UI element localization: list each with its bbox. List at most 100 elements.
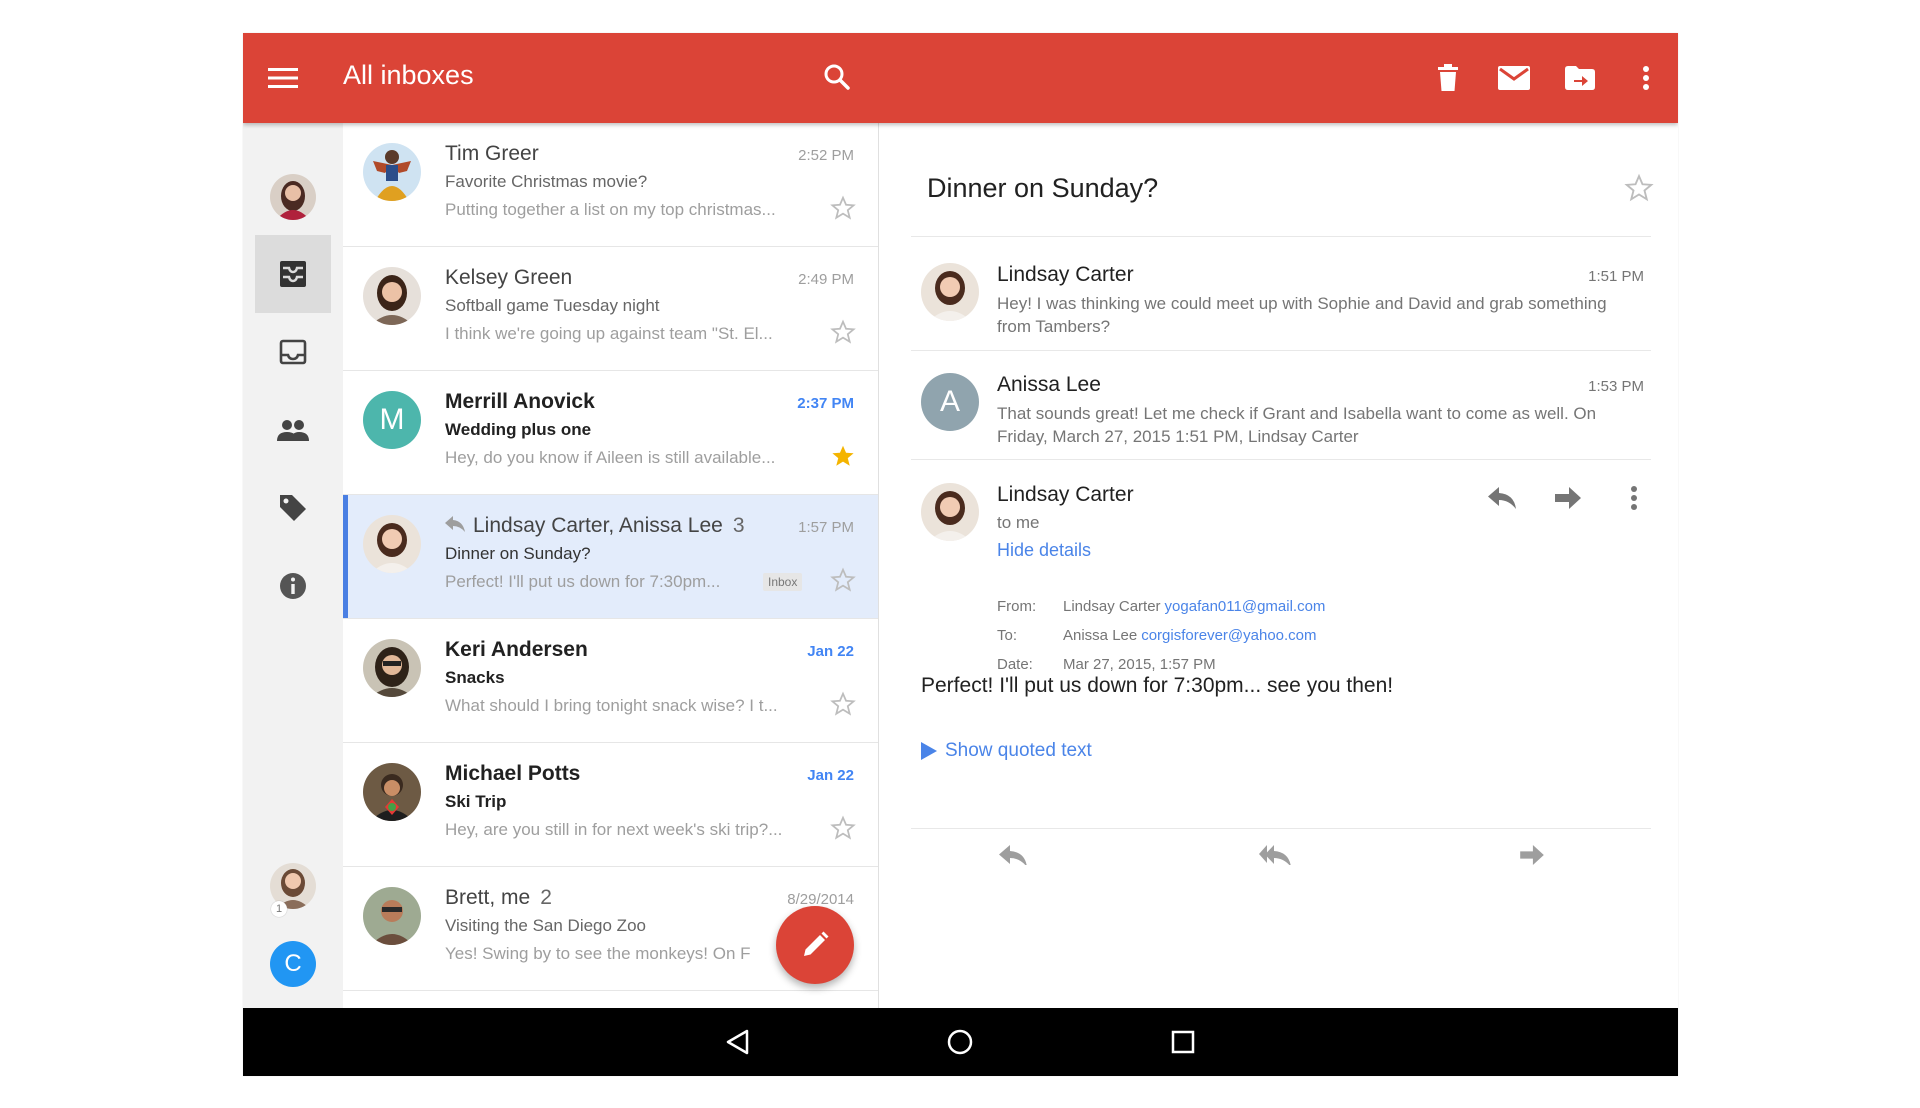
- info-icon[interactable]: [255, 547, 331, 625]
- hide-details-link[interactable]: Hide details: [997, 540, 1091, 561]
- message-time: 1:51 PM: [1588, 268, 1644, 285]
- search-icon[interactable]: [817, 57, 857, 97]
- reply-icon[interactable]: [999, 845, 1027, 867]
- email-sender: Brett, me: [445, 886, 531, 909]
- email-time: 2:52 PM: [798, 147, 854, 164]
- message-details: From: Lindsay Carter yogafan011@gmail.com …: [997, 598, 1325, 685]
- account-avatar-2[interactable]: 1: [255, 847, 331, 925]
- email-snippet: Perfect! I'll put us down for 7:30pm...: [445, 572, 721, 591]
- conversation-pane: Dinner on Sunday? Lindsay Carter 1:51 PM…: [879, 123, 1678, 1008]
- reply-all-icon[interactable]: [1259, 845, 1291, 867]
- email-snippet: What should I bring tonight snack wise? …: [445, 696, 778, 715]
- list-item[interactable]: Keri Andersen Jan 22 Snacks What should …: [343, 619, 878, 743]
- email-time: Jan 22: [807, 643, 854, 660]
- email-time: 2:37 PM: [797, 395, 854, 412]
- divider: [911, 828, 1651, 829]
- home-icon[interactable]: [940, 1024, 980, 1060]
- star-icon[interactable]: [830, 691, 856, 717]
- all-inboxes-icon[interactable]: [255, 235, 331, 313]
- conversation-subject: Dinner on Sunday?: [927, 173, 1159, 203]
- email-sender: Merrill Anovick: [445, 390, 595, 413]
- recipient-summary: to me: [997, 513, 1040, 532]
- email-snippet: Yes! Swing by to see the monkeys! On F: [445, 944, 751, 963]
- divider: [911, 350, 1651, 351]
- email-time: 1:57 PM: [798, 519, 854, 536]
- from-name: Lindsay Carter: [1063, 598, 1161, 615]
- from-label: From:: [997, 598, 1037, 615]
- menu-icon[interactable]: [263, 58, 303, 98]
- sender-avatar: [363, 143, 421, 201]
- sender-avatar: [921, 263, 979, 321]
- email-subject: Ski Trip: [445, 792, 507, 811]
- star-icon[interactable]: [830, 815, 856, 841]
- compose-button[interactable]: [776, 906, 854, 984]
- to-email-link[interactable]: corgisforever@yahoo.com: [1141, 627, 1316, 656]
- more-vert-icon[interactable]: [1614, 479, 1654, 517]
- email-sender: Tim Greer: [445, 142, 539, 165]
- mark-unread-icon[interactable]: [1494, 57, 1534, 99]
- email-sender: Michael Potts: [445, 762, 581, 785]
- device-screen: All inboxes 1 C Tim Greer 2:52 PM Favori…: [243, 33, 1678, 1076]
- email-snippet: Hey, do you know if Aileen is still avai…: [445, 448, 776, 467]
- list-item[interactable]: Tim Greer 2:52 PM Favorite Christmas mov…: [343, 123, 878, 247]
- email-time: Jan 22: [807, 767, 854, 784]
- sender-avatar: A: [921, 373, 979, 431]
- sender-avatar: [921, 483, 979, 541]
- email-subject: Favorite Christmas movie?: [445, 172, 648, 191]
- email-subject: Dinner on Sunday?: [445, 544, 591, 563]
- email-sender: Keri Andersen: [445, 638, 588, 661]
- show-quoted-text-link[interactable]: Show quoted text: [921, 740, 1092, 762]
- account-letter: C: [270, 941, 316, 987]
- star-icon[interactable]: [830, 319, 856, 345]
- social-icon[interactable]: [255, 391, 331, 469]
- replied-icon: [445, 514, 465, 538]
- inbox-icon[interactable]: [255, 313, 331, 391]
- message-sender: Anissa Lee: [997, 373, 1101, 396]
- divider: [911, 459, 1651, 460]
- sender-avatar: [363, 267, 421, 325]
- move-to-icon[interactable]: [1560, 57, 1600, 99]
- thread-count: 2: [540, 886, 552, 909]
- message-snippet: That sounds great! Let me check if Grant…: [997, 404, 1597, 446]
- to-label: To:: [997, 627, 1018, 644]
- app-bar: All inboxes: [243, 33, 1678, 123]
- email-snippet: I think we're going up against team "St.…: [445, 324, 773, 343]
- show-quoted-label: Show quoted text: [945, 740, 1092, 761]
- list-item[interactable]: Kelsey Green 2:49 PM Softball game Tuesd…: [343, 247, 878, 371]
- email-subject: Visiting the San Diego Zoo: [445, 916, 646, 935]
- email-sender-line: Brett, me 2: [445, 886, 552, 910]
- email-list: Tim Greer 2:52 PM Favorite Christmas mov…: [343, 123, 878, 1008]
- account-badge: 1: [271, 901, 287, 917]
- star-icon-filled[interactable]: [830, 443, 856, 469]
- email-snippet: Putting together a list on my top christ…: [445, 200, 776, 219]
- message-snippet: Hey! I was thinking we could meet up wit…: [997, 294, 1607, 336]
- delete-icon[interactable]: [1428, 57, 1468, 99]
- account-avatar-c[interactable]: C: [255, 925, 331, 1003]
- email-subject: Softball game Tuesday night: [445, 296, 660, 315]
- email-subject: Snacks: [445, 668, 505, 687]
- star-icon[interactable]: [1624, 173, 1654, 203]
- from-email-link[interactable]: yogafan011@gmail.com: [1165, 598, 1326, 627]
- pencil-icon: [804, 931, 829, 956]
- recents-icon[interactable]: [1163, 1024, 1203, 1060]
- list-item-selected[interactable]: Lindsay Carter, Anissa Lee 3 1:57 PM Dinn…: [343, 495, 878, 619]
- email-sender: Lindsay Carter, Anissa Lee: [473, 514, 723, 537]
- navigation-rail: 1 C: [243, 123, 343, 1008]
- sender-avatar: [363, 515, 421, 573]
- account-avatar[interactable]: [255, 158, 331, 236]
- star-icon[interactable]: [830, 195, 856, 221]
- sender-avatar: [363, 887, 421, 945]
- list-item[interactable]: Michael Potts Jan 22 Ski Trip Hey, are y…: [343, 743, 878, 867]
- back-icon[interactable]: [718, 1024, 758, 1060]
- to-name: Anissa Lee: [1063, 627, 1138, 644]
- forward-icon[interactable]: [1548, 479, 1588, 517]
- reply-icon[interactable]: [1482, 479, 1522, 517]
- page-title: All inboxes: [343, 60, 474, 90]
- message-time: 1:53 PM: [1588, 378, 1644, 395]
- list-item[interactable]: M Merrill Anovick 2:37 PM Wedding plus o…: [343, 371, 878, 495]
- labels-icon[interactable]: [255, 469, 331, 547]
- sender-avatar: [363, 763, 421, 821]
- more-vert-icon[interactable]: [1626, 57, 1666, 99]
- star-icon[interactable]: [830, 567, 856, 593]
- forward-icon[interactable]: [1519, 845, 1545, 865]
